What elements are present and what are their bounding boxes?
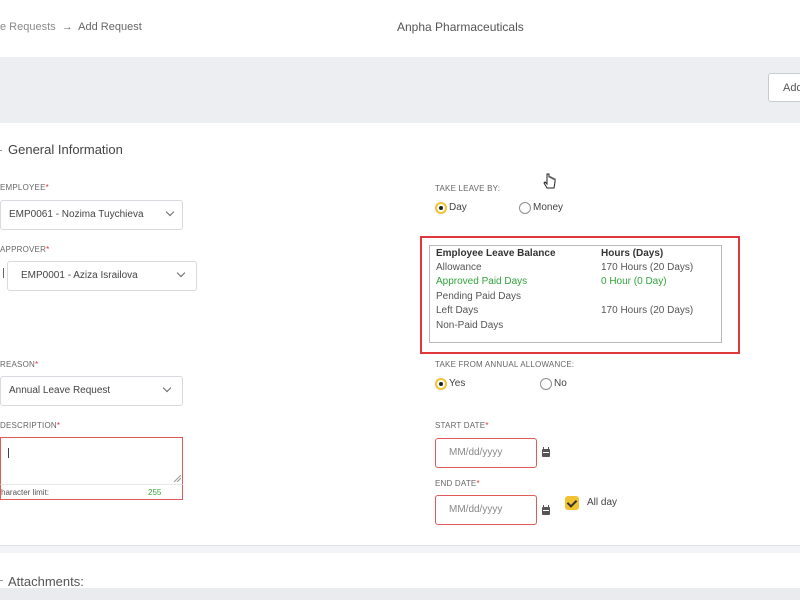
- radio-no-label[interactable]: No: [554, 378, 567, 389]
- approver-prefix-icon: [0, 268, 4, 278]
- start-date-input[interactable]: MM/dd/yyyy: [435, 438, 537, 468]
- take-leave-by-label: TAKE LEAVE BY:: [435, 184, 501, 193]
- collapse-icon[interactable]: [0, 150, 2, 151]
- employee-label-text: EMPLOYEE: [0, 183, 46, 192]
- calendar-icon[interactable]: [542, 447, 550, 457]
- employee-label: EMPLOYEE*: [0, 183, 49, 192]
- breadcrumb: e Requests → Add Request: [0, 21, 142, 33]
- required-marker: *: [46, 245, 50, 254]
- end-date-input[interactable]: MM/dd/yyyy: [435, 495, 537, 525]
- add-button[interactable]: Add: [768, 73, 800, 102]
- end-date-label: END DATE*: [435, 479, 480, 488]
- company-name: Anpha Pharmaceuticals: [397, 20, 524, 34]
- required-marker: *: [485, 421, 489, 430]
- required-marker: *: [476, 479, 480, 488]
- balance-row-value: 170 Hours (20 Days): [601, 262, 694, 273]
- approver-select-value: EMP0001 - Aziza Israilova: [21, 270, 138, 281]
- approver-select[interactable]: EMP0001 - Aziza Israilova: [7, 261, 197, 291]
- calendar-icon[interactable]: [542, 505, 550, 515]
- attachments-card: [0, 553, 800, 588]
- toolbar-strip: [0, 57, 800, 123]
- balance-row-value: 0 Hour (0 Day): [601, 276, 667, 287]
- balance-row-label: Pending Paid Days: [436, 291, 522, 302]
- required-marker: *: [35, 360, 39, 369]
- balance-row-label: Left Days: [436, 305, 479, 316]
- character-limit-label: haracter limit:: [1, 488, 50, 497]
- radio-money-label[interactable]: Money: [533, 202, 563, 213]
- breadcrumb-current: Add Request: [78, 21, 142, 33]
- balance-row-value: 170 Hours (20 Days): [601, 305, 694, 316]
- reason-label-text: REASON: [0, 360, 35, 369]
- description-label-text: DESCRIPTION: [0, 421, 57, 430]
- page-background-strip: [0, 588, 800, 600]
- resize-handle-icon[interactable]: [174, 475, 181, 482]
- collapse-icon[interactable]: [0, 580, 3, 581]
- description-label: DESCRIPTION*: [0, 421, 60, 430]
- text-caret: [8, 448, 9, 458]
- employee-select[interactable]: EMP0061 - Nozima Tuychieva: [0, 200, 183, 230]
- radio-day[interactable]: [435, 202, 447, 214]
- approver-label-text: APPROVER: [0, 245, 47, 254]
- required-marker: *: [45, 183, 49, 192]
- balance-row-label: Non-Paid Days: [436, 320, 504, 331]
- balance-row-label: Allowance: [436, 262, 482, 273]
- section-title-attachments: Attachments:: [8, 574, 84, 589]
- reason-select-value: Annual Leave Request: [9, 385, 111, 396]
- section-title-general: General Information: [8, 142, 123, 157]
- balance-header-left: Employee Leave Balance: [436, 248, 556, 259]
- radio-yes[interactable]: [435, 378, 447, 390]
- required-marker: *: [56, 421, 61, 430]
- reason-label: REASON*: [0, 360, 38, 369]
- radio-money[interactable]: [519, 202, 531, 214]
- employee-select-value: EMP0061 - Nozima Tuychieva: [9, 209, 144, 220]
- balance-row-label: Approved Paid Days: [436, 276, 528, 287]
- all-day-label[interactable]: All day: [587, 497, 617, 508]
- start-date-label: START DATE*: [435, 421, 489, 430]
- breadcrumb-separator: →: [61, 21, 73, 33]
- radio-no[interactable]: [540, 378, 552, 390]
- hand-cursor-icon: [543, 173, 556, 189]
- all-day-checkbox[interactable]: [565, 496, 579, 510]
- take-from-allowance-label: TAKE FROM ANNUAL ALLOWANCE:: [435, 360, 575, 369]
- end-date-label-text: END DATE: [435, 479, 477, 488]
- character-count: 255: [148, 488, 162, 497]
- radio-day-label[interactable]: Day: [449, 202, 467, 213]
- radio-yes-label[interactable]: Yes: [449, 378, 465, 389]
- balance-header-right: Hours (Days): [601, 248, 664, 259]
- reason-select[interactable]: Annual Leave Request: [0, 376, 183, 406]
- start-date-label-text: START DATE: [435, 421, 486, 430]
- character-limit-row: haracter limit: 255: [0, 484, 183, 500]
- description-textarea[interactable]: [0, 437, 183, 484]
- breadcrumb-parent-link[interactable]: e Requests: [0, 21, 56, 33]
- approver-label: APPROVER*: [0, 245, 49, 254]
